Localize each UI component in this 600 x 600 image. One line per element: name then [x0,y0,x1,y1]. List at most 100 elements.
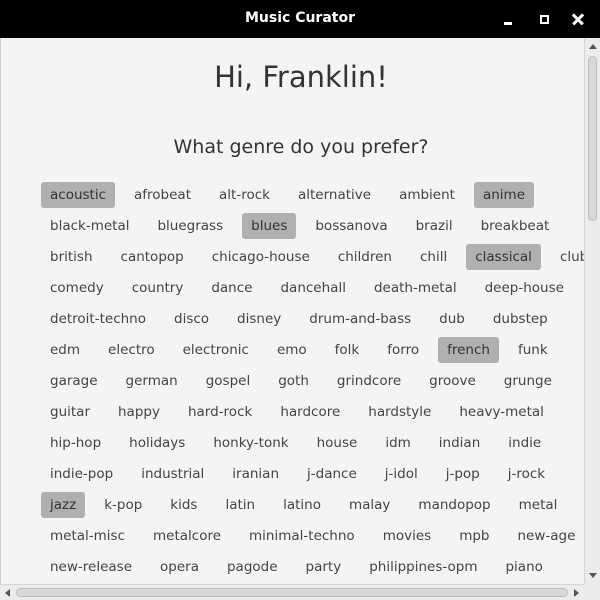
genre-chip-j-dance[interactable]: j-dance [298,461,366,487]
genre-chip-bluegrass[interactable]: bluegrass [148,213,232,239]
maximize-button[interactable] [532,7,556,31]
genre-chip-movies[interactable]: movies [374,523,441,549]
scroll-right-icon[interactable] [574,589,579,597]
genre-chip-drum-and-bass[interactable]: drum-and-bass [300,306,420,332]
genre-chip-new-age[interactable]: new-age [508,523,584,549]
genre-chip-hardcore[interactable]: hardcore [271,399,349,425]
horizontal-scroll-thumb[interactable] [16,588,568,597]
genre-chip-afrobeat[interactable]: afrobeat [125,182,200,208]
genre-chip-minimal-techno[interactable]: minimal-techno [240,523,364,549]
genre-chip-k-pop[interactable]: k-pop [95,492,151,518]
title-bar[interactable]: Music Curator [0,0,600,38]
genre-chip-hard-rock[interactable]: hard-rock [179,399,261,425]
vertical-scrollbar[interactable] [584,38,600,584]
scroll-left-icon[interactable] [5,589,10,597]
genre-chip-philippines-opm[interactable]: philippines-opm [360,554,486,580]
genre-chip-industrial[interactable]: industrial [132,461,213,487]
genre-chip-grindcore[interactable]: grindcore [328,368,410,394]
genre-chip-piano[interactable]: piano [496,554,551,580]
genre-chip-death-metal[interactable]: death-metal [365,275,466,301]
genre-chip-happy[interactable]: happy [109,399,169,425]
genre-chip-indian[interactable]: indian [430,430,489,456]
genre-chip-j-pop[interactable]: j-pop [437,461,489,487]
genre-chip-anime[interactable]: anime [473,181,535,208]
genre-chip-guitar[interactable]: guitar [41,399,99,425]
genre-chip-indie-pop[interactable]: indie-pop [41,461,122,487]
genre-chip-party[interactable]: party [297,554,351,580]
genre-chip-kids[interactable]: kids [161,492,206,518]
genre-chip-dub[interactable]: dub [430,306,474,332]
genre-chip-british[interactable]: british [41,244,102,270]
genre-chip-bossanova[interactable]: bossanova [306,213,396,239]
scroll-down-icon[interactable] [589,573,597,578]
genre-chip-metal-misc[interactable]: metal-misc [41,523,134,549]
genre-chip-dancehall[interactable]: dancehall [271,275,354,301]
genre-chip-latino[interactable]: latino [274,492,330,518]
genre-chip-blues[interactable]: blues [242,212,297,239]
genre-chip-grunge[interactable]: grunge [495,368,561,394]
genre-chip-folk[interactable]: folk [326,337,369,363]
genre-chip-mandopop[interactable]: mandopop [409,492,499,518]
genre-chip-new-release[interactable]: new-release [41,554,141,580]
genre-chip-deep-house[interactable]: deep-house [476,275,573,301]
genre-chip-dance[interactable]: dance [202,275,261,301]
genre-chip-comedy[interactable]: comedy [41,275,113,301]
genre-chip-dubstep[interactable]: dubstep [484,306,557,332]
genre-chip-hip-hop[interactable]: hip-hop [41,430,110,456]
genre-chip-electro[interactable]: electro [99,337,164,363]
genre-chip-detroit-techno[interactable]: detroit-techno [41,306,155,332]
genre-chip-german[interactable]: german [117,368,187,394]
minimize-button[interactable] [496,7,520,31]
genre-chip-brazil[interactable]: brazil [407,213,462,239]
genre-chip-idm[interactable]: idm [376,430,419,456]
genre-chip-emo[interactable]: emo [268,337,316,363]
genre-chip-groove[interactable]: groove [420,368,485,394]
genre-chip-garage[interactable]: garage [41,368,107,394]
genre-chip-ambient[interactable]: ambient [390,182,464,208]
genre-chip-mpb[interactable]: mpb [450,523,498,549]
genre-chip-metalcore[interactable]: metalcore [144,523,230,549]
genre-chip-goth[interactable]: goth [269,368,318,394]
genre-chip-club[interactable]: club [551,244,584,270]
genre-chip-children[interactable]: children [329,244,401,270]
genre-chip-malay[interactable]: malay [340,492,399,518]
genre-chip-holidays[interactable]: holidays [120,430,194,456]
genre-chip-breakbeat[interactable]: breakbeat [472,213,559,239]
genre-chip-honky-tonk[interactable]: honky-tonk [204,430,297,456]
genre-chip-heavy-metal[interactable]: heavy-metal [450,399,553,425]
genre-chip-alt-rock[interactable]: alt-rock [210,182,279,208]
scroll-up-icon[interactable] [589,44,597,49]
genre-chip-metal[interactable]: metal [510,492,567,518]
vertical-scroll-thumb[interactable] [588,56,597,221]
genre-chip-classical[interactable]: classical [466,243,541,270]
genre-chip-j-idol[interactable]: j-idol [376,461,427,487]
genre-chip-edm[interactable]: edm [41,337,89,363]
genre-chip-latin[interactable]: latin [216,492,264,518]
genre-chip-cantopop[interactable]: cantopop [112,244,193,270]
horizontal-scrollbar[interactable] [0,584,584,600]
genre-chip-electronic[interactable]: electronic [174,337,258,363]
genre-chip-gospel[interactable]: gospel [197,368,260,394]
genre-chip-alternative[interactable]: alternative [289,182,380,208]
genre-chip-forro[interactable]: forro [378,337,428,363]
genre-chip-chicago-house[interactable]: chicago-house [203,244,319,270]
genre-chip-house[interactable]: house [308,430,367,456]
genre-row: garage german gospel goth grindcore groove gru… [41,365,571,396]
genre-chip-country[interactable]: country [123,275,193,301]
genre-chip-pagode[interactable]: pagode [218,554,287,580]
close-button[interactable] [566,7,590,31]
genre-chip-french[interactable]: french [438,336,499,363]
genre-chip-opera[interactable]: opera [151,554,208,580]
genre-chip-disco[interactable]: disco [165,306,218,332]
genre-chip-acoustic[interactable]: acoustic [41,181,116,208]
genre-chip-black-metal[interactable]: black-metal [41,213,138,239]
genre-chip-chill[interactable]: chill [411,244,456,270]
genre-chip-j-rock[interactable]: j-rock [499,461,554,487]
genre-chip-disney[interactable]: disney [228,306,290,332]
genre-chip-jazz[interactable]: jazz [41,491,86,518]
genre-chip-hardstyle[interactable]: hardstyle [359,399,440,425]
genre-row: detroit-techno disco disney drum-and-bass du… [41,303,571,334]
genre-chip-iranian[interactable]: iranian [223,461,288,487]
genre-chip-funk[interactable]: funk [509,337,557,363]
genre-chip-indie[interactable]: indie [499,430,550,456]
